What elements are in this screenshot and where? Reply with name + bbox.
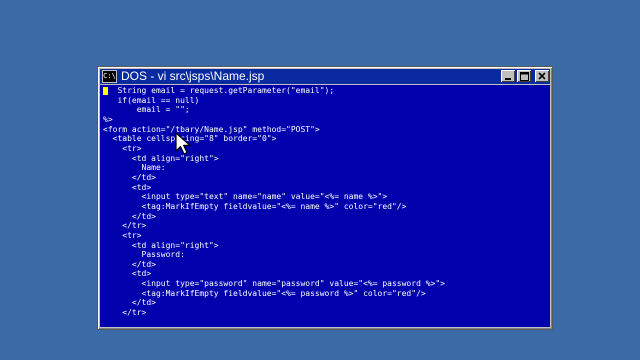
code-line: </td>	[131, 298, 156, 308]
code-line: <td>	[131, 269, 152, 279]
window-title: DOS - vi src\jsps\Name.jsp	[121, 69, 265, 83]
maximize-icon	[519, 71, 529, 81]
code-line: </td>	[131, 211, 156, 221]
code-line: <tag:MarkIfEmpty fieldvalue="<%= passwor…	[141, 288, 426, 298]
console-area[interactable]: String email = request.getParameter("ema…	[100, 85, 550, 327]
code-line: %>	[103, 114, 113, 124]
code-line: if(email == null)	[117, 95, 200, 105]
minimize-button[interactable]	[501, 70, 515, 82]
code-line: Password:	[141, 250, 185, 260]
title-bar[interactable]: C:\ DOS - vi src\jsps\Name.jsp	[100, 69, 550, 84]
code-line: </td>	[131, 172, 156, 182]
window-controls	[501, 70, 549, 82]
code-line: </td>	[131, 259, 156, 269]
code-line: String email = request.getParameter("ema…	[117, 86, 335, 95]
code-line: <input type="text" name="name" value="<%…	[141, 192, 388, 202]
code-line: </tr>	[122, 308, 147, 318]
close-button[interactable]	[535, 70, 549, 82]
code-line: <input type="password" name="password" v…	[141, 279, 445, 289]
code-line: </tr>	[122, 221, 147, 231]
code-line: <form action="/tbary/Name.jsp" method="P…	[103, 124, 320, 134]
code-line: email = "";	[136, 105, 190, 115]
minimize-icon	[505, 78, 511, 80]
code-line: <tag:MarkIfEmpty fieldvalue="<%= name %>…	[141, 201, 407, 211]
dos-console-icon[interactable]: C:\	[102, 70, 117, 83]
dos-window: C:\ DOS - vi src\jsps\Name.jsp String em…	[97, 66, 553, 330]
code-line: <tr>	[122, 143, 142, 153]
code-line: Name:	[141, 163, 166, 173]
mouse-pointer-icon	[175, 132, 191, 155]
code-text[interactable]: String email = request.getParameter("ema…	[103, 86, 445, 318]
code-line: <td align="right">	[131, 240, 219, 250]
code-line: <tr>	[122, 230, 142, 240]
close-icon	[538, 72, 546, 80]
maximize-button[interactable]	[517, 70, 531, 82]
code-line: <td align="right">	[131, 153, 219, 163]
code-line: <td>	[131, 182, 152, 192]
